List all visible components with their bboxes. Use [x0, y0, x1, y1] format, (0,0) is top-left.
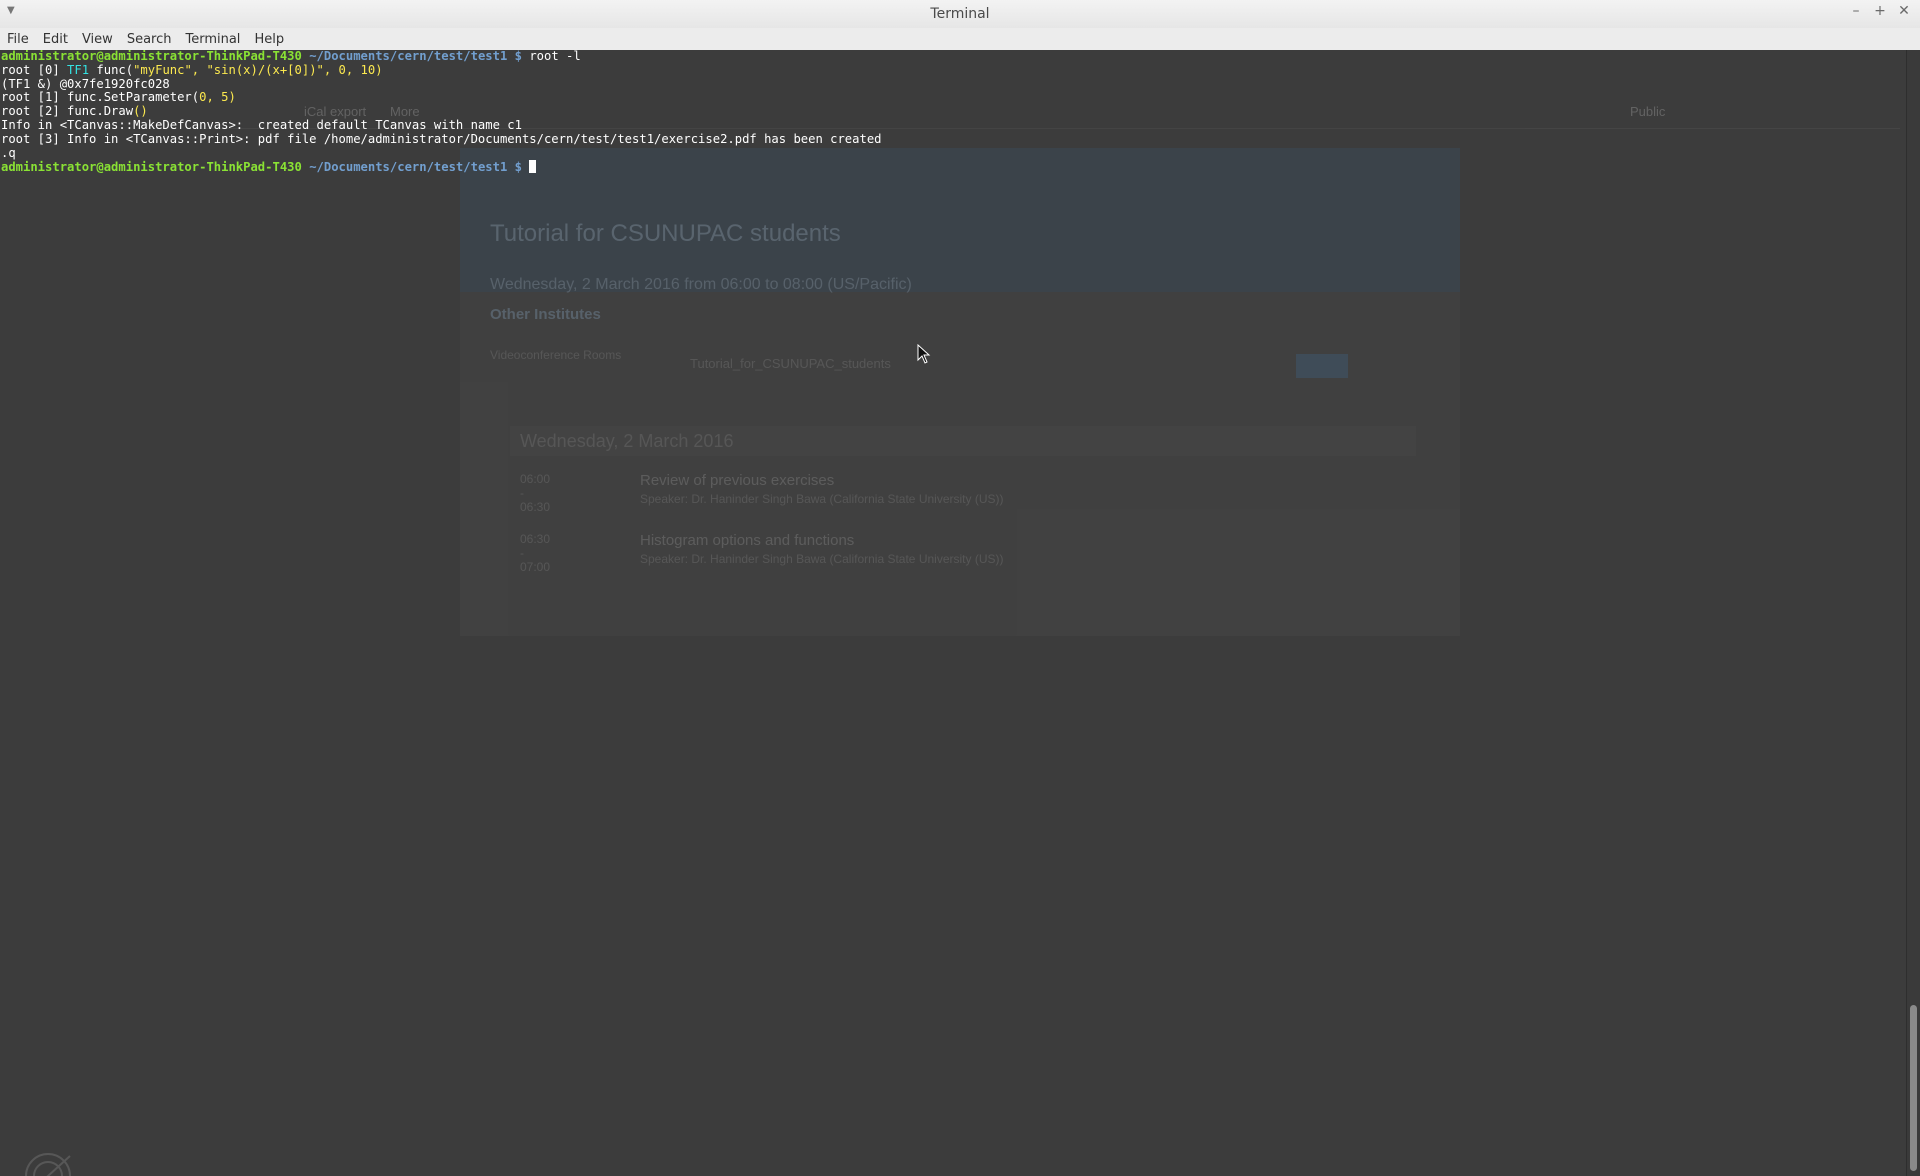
- contribution-title: Review of previous exercises: [640, 472, 835, 489]
- contribution-title: Histogram options and functions: [640, 532, 855, 549]
- prompt-line: administrator@administrator-ThinkPad-T43…: [1, 50, 581, 63]
- prompt-path: ~/Documents/cern/test/test1: [309, 50, 508, 63]
- prompt-user-host: administrator@administrator-ThinkPad-T43…: [1, 50, 302, 63]
- prompt-line: administrator@administrator-ThinkPad-T43…: [1, 160, 537, 175]
- contribution-time: 06:30 - 07:00: [520, 532, 551, 574]
- menu-help[interactable]: Help: [254, 32, 284, 47]
- background-browser-page: iCal export More Public Tutorial for CSU…: [0, 50, 1906, 1176]
- window-title: Terminal: [930, 6, 990, 22]
- terminal-output-area[interactable]: iCal export More Public Tutorial for CSU…: [0, 50, 1906, 1176]
- join-button: [1296, 354, 1348, 378]
- vc-label: Videoconference Rooms: [490, 348, 622, 362]
- day-header: Wednesday, 2 March 2016: [510, 426, 1416, 456]
- menubar: File Edit View Search Terminal Help: [0, 28, 1920, 51]
- menu-file[interactable]: File: [7, 32, 29, 47]
- minimize-icon[interactable]: –: [1848, 3, 1864, 19]
- command-text: root -l: [529, 50, 581, 63]
- menu-view[interactable]: View: [82, 32, 113, 47]
- output-line: (TF1 &) @0x7fe1920fc028: [1, 76, 170, 91]
- output-line: .q: [1, 145, 16, 160]
- maximize-icon[interactable]: +: [1872, 3, 1888, 19]
- prompt-symbol: $: [514, 50, 522, 63]
- text-cursor: [529, 160, 537, 174]
- prompt-symbol: $: [514, 160, 522, 175]
- output-line: root [1] func.SetParameter(0, 5): [1, 90, 236, 105]
- output-line: root [0] TF1 func("myFunc", "sin(x)/(x+[…: [1, 62, 383, 77]
- output-line: root [2] func.Draw(): [1, 104, 148, 119]
- window-controls: – + ✕: [1848, 3, 1912, 19]
- cern-logo-icon: [25, 1153, 71, 1176]
- contribution-time: 06:00 - 06:30: [520, 472, 551, 514]
- scrollbar-thumb[interactable]: [1910, 1005, 1917, 1171]
- output-line: root [3] Info in <TCanvas::Print>: pdf f…: [1, 131, 882, 146]
- output-line: Info in <TCanvas::MakeDefCanvas>: create…: [1, 117, 522, 132]
- terminal-text[interactable]: administrator@administrator-ThinkPad-T43…: [1, 50, 882, 175]
- vc-room: Tutorial_for_CSUNUPAC_students: [690, 356, 891, 371]
- menu-terminal[interactable]: Terminal: [185, 32, 240, 47]
- window-titlebar[interactable]: ▼ Terminal – + ✕: [0, 0, 1920, 29]
- contribution-speaker: Speaker: Dr. Haninder Singh Bawa (Califo…: [640, 552, 1004, 566]
- contribution-speaker: Speaker: Dr. Haninder Singh Bawa (Califo…: [640, 492, 1004, 506]
- terminal-scrollbar[interactable]: [1906, 50, 1920, 1176]
- menu-search[interactable]: Search: [127, 32, 172, 47]
- event-location: Other Institutes: [490, 306, 601, 323]
- close-icon[interactable]: ✕: [1896, 3, 1912, 19]
- menu-edit[interactable]: Edit: [43, 32, 68, 47]
- prompt-user-host: administrator@administrator-ThinkPad-T43…: [1, 160, 302, 175]
- mouse-cursor-icon: [917, 344, 931, 364]
- prompt-path: ~/Documents/cern/test/test1: [309, 160, 508, 175]
- event-title: Tutorial for CSUNUPAC students: [490, 220, 841, 247]
- background-event-card: Tutorial for CSUNUPAC students Wednesday…: [460, 148, 1460, 636]
- event-date: Wednesday, 2 March 2016 from 06:00 to 08…: [490, 276, 912, 293]
- public-label: Public: [1630, 104, 1666, 119]
